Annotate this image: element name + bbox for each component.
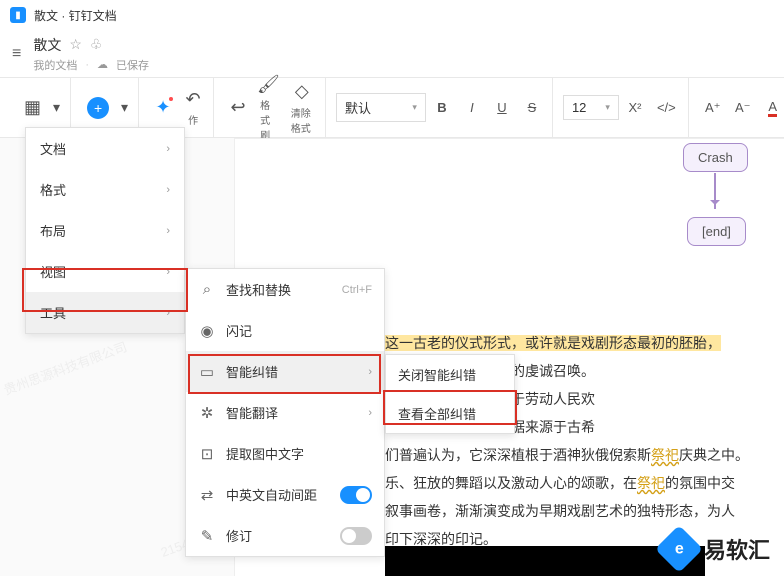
cloud-saved-icon: ☁: [97, 58, 108, 71]
saved-status: 已保存: [116, 57, 149, 73]
correction-submenu: 关闭智能纠错 查看全部纠错: [385, 354, 515, 434]
translate-icon: ✲: [198, 404, 216, 422]
flowchart: Crash [end]: [653, 139, 783, 239]
flowchart-node-crash: Crash: [683, 143, 748, 172]
chevron-right-icon: ›: [166, 184, 170, 196]
underline-button[interactable]: U: [488, 96, 516, 119]
flowchart-node-end: [end]: [687, 217, 746, 246]
redo-button[interactable]: ↩: [224, 93, 252, 123]
chevron-right-icon: ›: [166, 225, 170, 237]
submenu-flash[interactable]: ◉闪记: [186, 310, 384, 351]
watermark: 贵州思源科技有限公司: [1, 336, 130, 398]
italic-button[interactable]: I: [458, 96, 486, 119]
main-dropdown-menu: 文档› 格式› 布局› 视图› 工具›: [25, 127, 185, 334]
code-button[interactable]: </>: [651, 96, 682, 119]
toggle-switch-on[interactable]: [340, 486, 372, 504]
chevron-right-icon: ›: [368, 407, 372, 419]
brand-name: 易软汇: [704, 533, 770, 565]
search-icon: ⌕: [198, 281, 216, 298]
clear-format-button[interactable]: ◇清除格式: [285, 77, 319, 139]
superscript-button[interactable]: X²: [621, 96, 649, 119]
submenu-close-correction[interactable]: 关闭智能纠错: [386, 355, 514, 394]
submenu-revision[interactable]: ✎修订: [186, 515, 384, 556]
menu-item-tools[interactable]: 工具›: [26, 292, 184, 333]
fontsize-select[interactable]: 12▾: [563, 95, 619, 120]
tools-submenu: ⌕查找和替换Ctrl+F ◉闪记 ▭智能纠错› ✲智能翻译› ⊡提取图中文字 ⇄…: [185, 268, 385, 557]
menu-item-format[interactable]: 格式›: [26, 169, 184, 210]
chevron-right-icon: ›: [368, 366, 372, 378]
ocr-icon: ⊡: [198, 445, 216, 463]
window-title: 散文 · 钉钉文档: [34, 7, 117, 24]
bell-icon[interactable]: ♧: [90, 36, 103, 53]
brand-logo-icon: e: [655, 525, 703, 573]
menu-item-document[interactable]: 文档›: [26, 128, 184, 169]
brand-watermark: e 易软汇: [662, 532, 770, 566]
add-caret-icon[interactable]: ▾: [117, 95, 132, 120]
menu-item-view[interactable]: 视图›: [26, 251, 184, 292]
error-underline[interactable]: 祭祀: [637, 475, 665, 491]
spacing-icon: ⇄: [198, 486, 216, 504]
font-decrease-button[interactable]: A⁻: [729, 96, 757, 120]
flowchart-arrow: [714, 173, 716, 209]
toggle-switch-off[interactable]: [340, 527, 372, 545]
apps-caret-icon[interactable]: ▾: [49, 95, 64, 120]
window-titlebar: ▮ 散文 · 钉钉文档: [0, 0, 784, 30]
breadcrumb[interactable]: 我的文档: [33, 57, 77, 73]
submenu-ocr[interactable]: ⊡提取图中文字: [186, 433, 384, 474]
doc-title[interactable]: 散文: [33, 35, 61, 55]
app-icon: ▮: [10, 7, 26, 23]
submenu-smart-correction[interactable]: ▭智能纠错›: [186, 351, 384, 392]
strike-button[interactable]: S: [518, 96, 546, 119]
correction-icon: ▭: [198, 363, 216, 381]
submenu-translate[interactable]: ✲智能翻译›: [186, 392, 384, 433]
submenu-view-all-corrections[interactable]: 查看全部纠错: [386, 394, 514, 433]
font-color-button[interactable]: A: [759, 95, 784, 121]
apps-button[interactable]: ▦: [18, 93, 47, 123]
menu-item-layout[interactable]: 布局›: [26, 210, 184, 251]
revision-icon: ✎: [198, 527, 216, 545]
chevron-right-icon: ›: [166, 266, 170, 278]
add-button[interactable]: +: [81, 93, 115, 123]
chevron-right-icon: ›: [166, 143, 170, 155]
submenu-find-replace[interactable]: ⌕查找和替换Ctrl+F: [186, 269, 384, 310]
format-painter-button[interactable]: 🖌格式刷: [254, 69, 283, 146]
text-highlight: 这一古老的仪式形式，或许就是戏剧形态最初的胚胎，: [385, 335, 721, 351]
ai-magic-button[interactable]: ✦: [149, 93, 177, 123]
mic-icon: ◉: [198, 322, 216, 340]
submenu-auto-spacing[interactable]: ⇄中英文自动间距: [186, 474, 384, 515]
doc-header: ≡ 散文 ☆ ♧ 我的文档 · ☁ 已保存: [0, 30, 784, 78]
error-underline[interactable]: 祭祀: [651, 447, 679, 463]
menu-toggle-icon[interactable]: ≡: [12, 45, 21, 63]
chevron-right-icon: ›: [166, 307, 170, 319]
star-icon[interactable]: ☆: [69, 36, 82, 53]
undo-button[interactable]: ↶作: [179, 84, 207, 131]
breadcrumb-separator: ·: [85, 59, 89, 71]
bold-button[interactable]: B: [428, 96, 456, 119]
font-increase-button[interactable]: A⁺: [699, 96, 727, 120]
style-select[interactable]: 默认▾: [336, 93, 426, 122]
